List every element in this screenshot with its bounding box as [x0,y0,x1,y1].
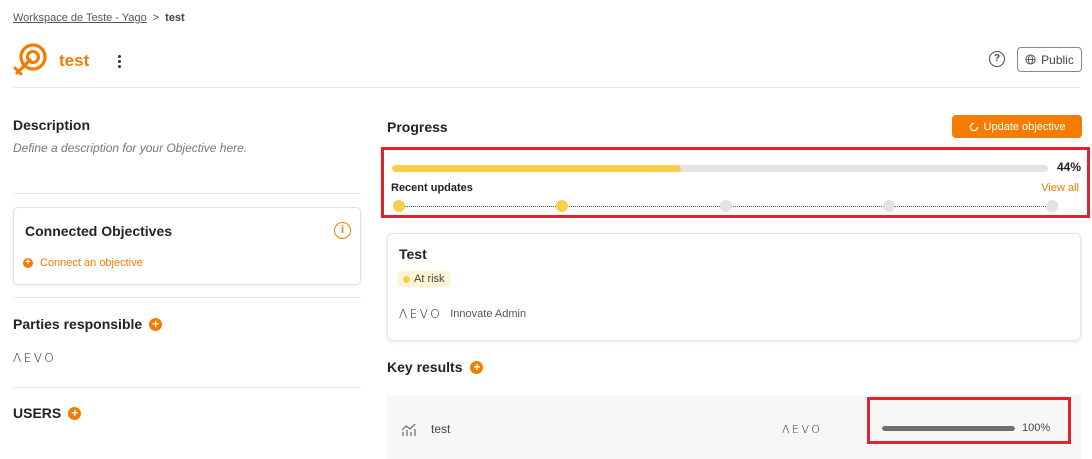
updates-timeline [393,200,1058,214]
description-text[interactable]: Define a description for your Objective … [13,141,247,155]
progress-bar-fill [392,165,681,172]
page-title: test [59,51,90,70]
key-result-progress-fill [882,426,1015,431]
connected-objectives-card: Connected Objectives i + Connect an obje… [13,207,361,285]
parties-responsible-title: Parties responsible [13,316,143,332]
refresh-icon [969,122,978,131]
plus-icon: + [23,258,33,268]
connected-objectives-title: Connected Objectives [25,223,173,239]
progress-title: Progress [387,119,448,135]
target-icon [13,43,47,76]
parties-responsible-heading: Parties responsible + [13,316,163,332]
visibility-label: Public [1041,52,1074,67]
objective-card-title: Test [399,246,427,262]
users-heading: USERS + [13,405,82,421]
key-result-progress-percentage: 100% [1022,422,1051,434]
timeline-dot[interactable] [556,200,569,212]
status-badge: At risk [398,271,450,287]
timeline-dot[interactable] [1046,200,1058,212]
connect-objective-label: Connect an objective [40,257,143,269]
timeline-dot[interactable] [882,200,895,212]
aevo-logo: ΛEVO [782,423,823,436]
objective-card[interactable]: Test At risk ΛEVO Innovate Admin [387,233,1081,341]
connect-objective-link[interactable]: + Connect an objective [23,257,143,269]
timeline-dot[interactable] [393,200,405,212]
update-objective-button[interactable]: Update objective [952,115,1082,138]
recent-updates-label: Recent updates [391,182,473,194]
description-title: Description [13,117,91,133]
left-divider [13,297,361,298]
breadcrumb-workspace-link[interactable]: Workspace de Teste - Yago [13,12,147,24]
owner-name: Innovate Admin [450,308,527,320]
add-party-icon[interactable]: + [149,317,163,331]
key-results-title: Key results [387,359,463,375]
key-result-progress-bar [882,426,1015,431]
progress-panel: 44% Recent updates View all [381,147,1090,218]
visibility-button[interactable]: Public [1017,47,1082,72]
info-icon[interactable]: i [334,222,351,239]
key-result-progress: 100% [867,397,1071,444]
timeline-dot[interactable] [719,200,732,212]
kebab-menu-icon[interactable] [113,52,125,70]
owner-row: ΛEVO Innovate Admin [399,307,526,321]
update-objective-label: Update objective [983,120,1066,133]
chart-icon [401,423,416,436]
progress-percentage: 44% [1056,160,1081,174]
add-user-icon[interactable]: + [68,406,82,420]
breadcrumb-separator: > [152,12,160,24]
globe-icon [1025,54,1036,65]
add-key-result-icon[interactable]: + [470,360,484,374]
aevo-logo: ΛEVO [399,307,443,321]
status-dot-icon [403,275,410,283]
breadcrumb-current: test [165,12,185,24]
left-divider [13,387,361,388]
left-divider [13,193,361,194]
help-icon[interactable]: ? [989,51,1005,67]
status-label: At risk [414,273,445,285]
aevo-logo: ΛEVO [13,351,57,365]
users-title: USERS [13,405,62,421]
key-result-name: test [431,422,451,436]
view-all-link[interactable]: View all [1041,182,1079,194]
breadcrumb: Workspace de Teste - Yago > test [13,12,185,24]
key-results-heading: Key results + [387,359,484,375]
header-divider [13,87,1080,88]
progress-bar [392,165,1048,172]
